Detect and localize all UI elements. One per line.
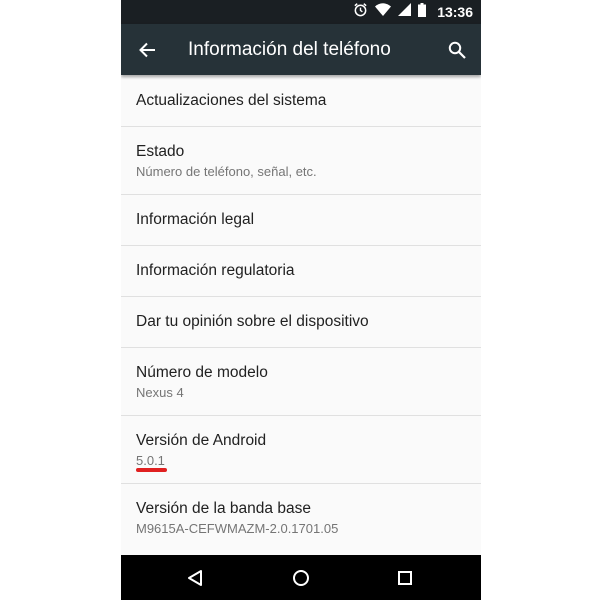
arrow-back-icon — [139, 42, 155, 58]
red-underline-annotation — [136, 468, 167, 472]
list-item-title: Información regulatoria — [136, 262, 295, 279]
list-item-title: Versión de Android — [136, 432, 267, 449]
alarm-icon — [353, 2, 368, 22]
list-item-subtitle: Número de teléfono, señal, etc. — [136, 164, 317, 179]
list-item-legal-info[interactable]: Información legal — [121, 195, 481, 245]
back-button[interactable] — [133, 36, 161, 64]
list-item-subtitle: Nexus 4 — [136, 385, 184, 400]
settings-list: Actualizaciones del sistema Estado Númer… — [121, 75, 481, 555]
list-item-system-updates[interactable]: Actualizaciones del sistema — [121, 75, 481, 126]
list-item-title: Dar tu opinión sobre el dispositivo — [136, 313, 369, 330]
list-item-subtitle: M9615A-CEFWMAZM-2.0.1701.05 — [136, 521, 339, 536]
battery-icon — [418, 2, 427, 22]
search-icon — [448, 41, 466, 59]
nav-back-button[interactable] — [180, 563, 210, 593]
status-bar: 13:36 — [121, 0, 481, 24]
nav-home-button[interactable] — [286, 563, 316, 593]
home-circle-icon — [293, 570, 309, 586]
navigation-bar — [121, 555, 481, 600]
page-title: Información del teléfono — [188, 39, 391, 60]
nav-recents-button[interactable] — [390, 563, 420, 593]
list-item-model-number: Número de modelo Nexus 4 — [121, 348, 481, 415]
list-item-title: Versión de la banda base — [136, 500, 311, 517]
list-item-status[interactable]: Estado Número de teléfono, señal, etc. — [121, 127, 481, 194]
list-item-title: Número de modelo — [136, 364, 268, 381]
back-triangle-icon — [188, 570, 202, 586]
list-item-regulatory-info[interactable]: Información regulatoria — [121, 246, 481, 296]
signal-icon — [398, 3, 412, 21]
wifi-icon — [375, 3, 392, 21]
phone-screen: 13:36 Información del teléfono Actualiza… — [121, 0, 481, 600]
list-item-title: Estado — [136, 143, 185, 160]
list-item-android-version[interactable]: Versión de Android 5.0.1 — [121, 416, 481, 483]
status-time: 13:36 — [437, 4, 473, 20]
list-item-title: Información legal — [136, 211, 255, 228]
list-item-send-feedback[interactable]: Dar tu opinión sobre el dispositivo — [121, 297, 481, 347]
status-icons: 13:36 — [353, 0, 473, 24]
list-item-title: Actualizaciones del sistema — [136, 92, 327, 109]
list-item-baseband-version: Versión de la banda base M9615A-CEFWMAZM… — [121, 484, 481, 555]
search-button[interactable] — [443, 36, 471, 64]
recents-square-icon — [398, 571, 412, 585]
app-bar: Información del teléfono — [121, 24, 481, 75]
list-item-subtitle: 5.0.1 — [136, 453, 165, 468]
